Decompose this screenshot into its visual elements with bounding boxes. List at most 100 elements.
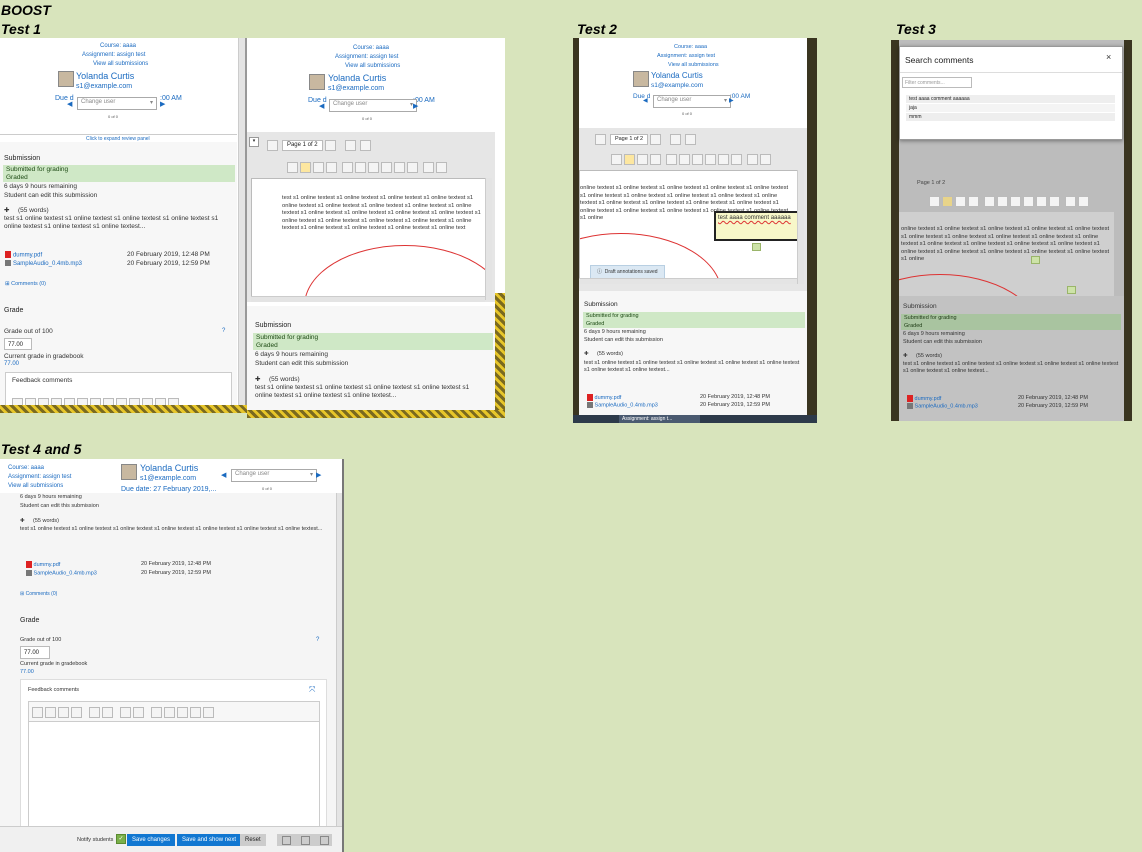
select-tool-icon[interactable]	[968, 196, 979, 207]
colour-picker-icon[interactable]	[1049, 196, 1060, 207]
prev-user-icon[interactable]: ◀	[221, 471, 226, 479]
collapse-grade-panel-icon[interactable]	[282, 836, 291, 845]
comment-colour-icon[interactable]	[300, 162, 311, 173]
select-tool-icon[interactable]	[650, 154, 661, 165]
comment-colour-icon[interactable]	[942, 196, 953, 207]
comment-tool-icon[interactable]	[611, 154, 622, 165]
video-icon[interactable]	[190, 707, 201, 718]
stamp-picker-icon[interactable]	[760, 154, 771, 165]
page-select[interactable]: Page 1 of 2	[281, 140, 323, 151]
next-user-icon[interactable]: ▶	[413, 102, 418, 110]
italic-icon[interactable]	[71, 707, 82, 718]
course-link[interactable]: Course: aaaa	[100, 43, 136, 49]
oval-tool-icon[interactable]	[1023, 196, 1034, 207]
user-name[interactable]: Yolanda Curtis	[76, 71, 134, 81]
line-tool-icon[interactable]	[997, 196, 1008, 207]
oval-tool-icon[interactable]	[705, 154, 716, 165]
next-user-icon[interactable]: ▶	[316, 471, 321, 479]
pen-tool-icon[interactable]	[666, 154, 677, 165]
prev-user-icon[interactable]: ◀	[67, 100, 72, 108]
view-all-link[interactable]: View all submissions	[93, 61, 148, 67]
scrollbar[interactable]	[238, 38, 245, 413]
line-tool-icon[interactable]	[355, 162, 366, 173]
paragraph-icon[interactable]	[32, 707, 43, 718]
pdf-scrollbar-h[interactable]	[251, 296, 485, 302]
taskbar-item[interactable]: Assignment: assign t...	[619, 415, 700, 423]
unlink-icon[interactable]	[133, 707, 144, 718]
bold-icon[interactable]	[58, 707, 69, 718]
media-icon[interactable]	[164, 707, 175, 718]
collapse-panel-icon[interactable]: ▾	[249, 137, 259, 147]
help-icon[interactable]: ?	[222, 328, 225, 334]
image-icon[interactable]	[151, 707, 162, 718]
pdf-scrollbar-h[interactable]	[579, 278, 797, 284]
colour-picker-icon[interactable]	[731, 154, 742, 165]
list-icon[interactable]	[89, 707, 100, 718]
line-tool-icon[interactable]	[679, 154, 690, 165]
ellipse-annotation[interactable]	[304, 245, 486, 299]
pdf-scrollbar-v[interactable]	[797, 170, 804, 284]
default-layout-icon[interactable]	[301, 836, 310, 845]
link-icon[interactable]	[120, 707, 131, 718]
rectangle-tool-icon[interactable]	[1010, 196, 1021, 207]
next-page-icon[interactable]	[650, 134, 662, 145]
search-comments-icon[interactable]	[344, 140, 356, 151]
change-user-select[interactable]: Change user ▾	[653, 95, 731, 108]
comment-colour-icon[interactable]	[624, 154, 635, 165]
search-comments-icon[interactable]	[670, 134, 681, 145]
pdf-page[interactable]: test s1 online textest s1 online textest…	[251, 178, 487, 300]
numbered-list-icon[interactable]	[102, 707, 113, 718]
collapse-review-panel-icon[interactable]	[320, 836, 329, 845]
comments-link[interactable]: ⊞ Comments (0)	[20, 591, 57, 597]
pan-tool-icon[interactable]	[637, 154, 648, 165]
stamp-picker-icon[interactable]	[436, 162, 447, 173]
fullscreen-icon[interactable]: ⤧	[309, 685, 315, 695]
grade-input[interactable]: 77.00	[20, 646, 50, 659]
pdf-file-row[interactable]: dummy.pdf	[5, 251, 42, 258]
prev-user-icon[interactable]: ◀	[643, 97, 648, 104]
expand-text-icon[interactable]: ✚	[20, 518, 25, 525]
scrollbar[interactable]	[336, 493, 342, 826]
pen-tool-icon[interactable]	[342, 162, 353, 173]
mic-icon[interactable]	[177, 707, 188, 718]
comment-result[interactable]: jaja	[906, 104, 1115, 112]
highlight-tool-icon[interactable]	[1036, 196, 1047, 207]
pdf-scrollbar-v[interactable]	[485, 178, 492, 300]
comment-annotation-text[interactable]: test aaaa comment aaaaaa	[718, 215, 791, 223]
help-icon[interactable]: ?	[316, 637, 319, 643]
expand-text-icon[interactable]: ✚	[584, 351, 589, 358]
comments-link[interactable]: ⊞ Comments (0)	[5, 281, 46, 287]
pan-tool-icon[interactable]	[955, 196, 966, 207]
oval-tool-icon[interactable]	[381, 162, 392, 173]
prev-page-icon[interactable]	[595, 134, 606, 145]
change-user-select[interactable]: Change user ▾	[231, 469, 317, 482]
comment-result[interactable]: test aaaa comment aaaaaa	[906, 95, 1115, 103]
highlight-tool-icon[interactable]	[718, 154, 729, 165]
highlight-tool-icon[interactable]	[394, 162, 405, 173]
stamp-tool-icon[interactable]	[747, 154, 758, 165]
change-user-select[interactable]: Change user ▾	[329, 99, 417, 112]
change-user-select[interactable]: Change user ▾	[77, 97, 157, 110]
stamp-tool-icon[interactable]	[423, 162, 434, 173]
copy-icon[interactable]	[203, 707, 214, 718]
comment-bubble-icon[interactable]	[1031, 256, 1040, 264]
close-icon[interactable]: ×	[1106, 52, 1111, 62]
comment-bubble-icon[interactable]	[1067, 286, 1076, 294]
stamp-tool-icon[interactable]	[1065, 196, 1076, 207]
prev-user-icon[interactable]: ◀	[319, 102, 324, 110]
select-tool-icon[interactable]	[326, 162, 337, 173]
save-next-button[interactable]: Save and show next	[177, 834, 242, 846]
expand-collapse-icon[interactable]	[684, 134, 696, 145]
rectangle-tool-icon[interactable]	[368, 162, 379, 173]
comment-tool-icon[interactable]	[287, 162, 298, 173]
info-icon[interactable]	[45, 707, 56, 718]
assignment-link[interactable]: Assignment: assign test	[82, 52, 145, 58]
expand-collapse-icon[interactable]	[359, 140, 371, 151]
save-button[interactable]: Save changes	[127, 834, 176, 846]
expand-text-icon[interactable]: ✚	[903, 353, 908, 360]
colour-picker-icon[interactable]	[407, 162, 418, 173]
next-page-icon[interactable]	[324, 140, 336, 151]
comment-result[interactable]: mmm	[906, 113, 1115, 121]
page-select[interactable]: Page 1 of 2	[609, 134, 649, 145]
notify-checkbox[interactable]: ✓	[116, 834, 126, 844]
